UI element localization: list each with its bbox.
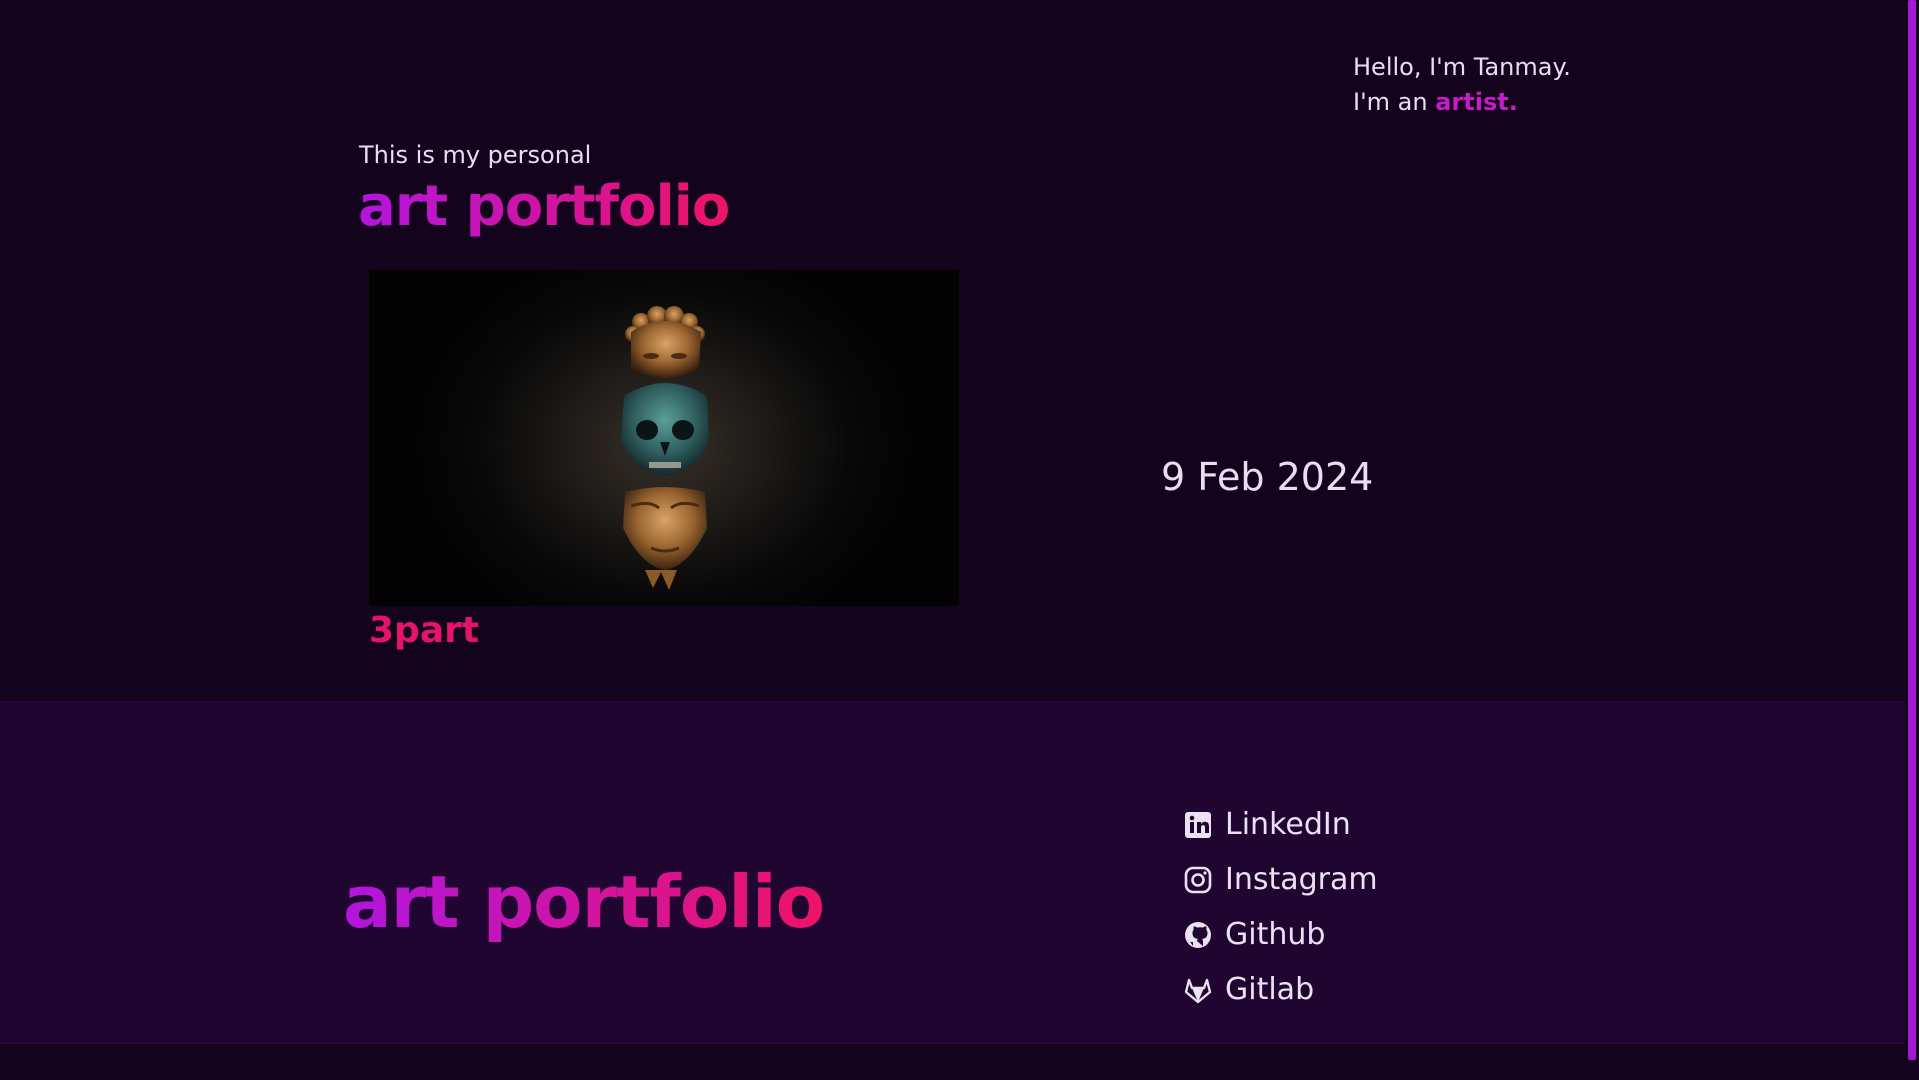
footer (0, 701, 1905, 1044)
linkedin-label: LinkedIn (1225, 807, 1351, 842)
instagram-label: Instagram (1225, 862, 1378, 897)
bottom-bar (0, 1043, 1905, 1080)
linkedin-link[interactable]: LinkedIn (1183, 797, 1378, 852)
linkedin-icon (1183, 810, 1213, 840)
greeting: Hello, I'm Tanmay. (1353, 53, 1571, 81)
instagram-icon (1183, 865, 1213, 895)
gitlab-icon (1183, 975, 1213, 1005)
gitlab-label: Gitlab (1225, 972, 1315, 1007)
role-highlight: artist. (1435, 88, 1518, 116)
social-links: LinkedIn Instagram Github Gitlab (1183, 797, 1378, 1017)
github-link[interactable]: Github (1183, 907, 1378, 962)
footer-title: art portfolio (343, 857, 825, 947)
github-label: Github (1225, 917, 1326, 952)
scrollbar-thumb[interactable] (1908, 0, 1916, 1060)
hero-section: Hello, I'm Tanmay. I'm an artist. This i… (0, 0, 1905, 700)
page-subtitle: This is my personal (359, 141, 592, 169)
gitlab-link[interactable]: Gitlab (1183, 962, 1378, 1017)
vertical-scrollbar[interactable] (1905, 0, 1919, 1079)
role-prefix: I'm an (1353, 88, 1436, 116)
instagram-link[interactable]: Instagram (1183, 852, 1378, 907)
artwork-image (621, 306, 709, 590)
artwork-caption[interactable]: 3part (369, 607, 479, 655)
intro-text: Hello, I'm Tanmay. I'm an artist. (1353, 50, 1571, 120)
role-line: I'm an artist. (1353, 85, 1571, 120)
page-title: art portfolio (358, 172, 730, 242)
artwork-thumbnail[interactable] (369, 270, 959, 606)
artwork-date: 9 Feb 2024 (1161, 455, 1374, 499)
github-icon (1183, 920, 1213, 950)
